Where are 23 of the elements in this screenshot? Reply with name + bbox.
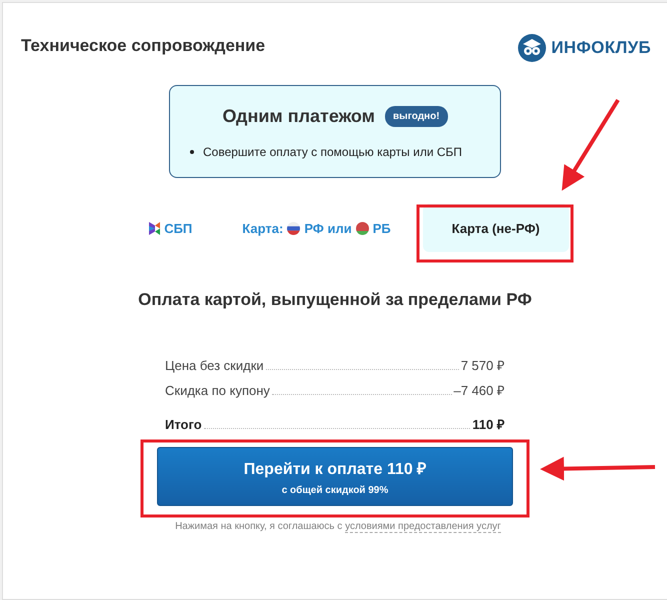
payment-tab[interactable]: Карта (не-РФ) [422, 204, 569, 252]
logo-text: ИНФОКЛУБ [551, 38, 651, 58]
terms-text: Нажимая на кнопку, я соглашаюсь с условиями предоставления услуг [174, 521, 502, 532]
price-value: 7 570 ₽ [460, 357, 505, 374]
sbp-icon [149, 222, 160, 234]
bullet-icon [190, 150, 194, 154]
promo-bullet: Совершите оплату с помощью карты или СБП [203, 145, 462, 159]
pay-button[interactable]: Перейти к оплате 110 ₽ с общей скидкой 99% [157, 447, 513, 506]
promo-badge: выгодно! [385, 106, 448, 127]
price-label: Скидка по купону [165, 383, 270, 398]
price-value: 110 ₽ [472, 416, 505, 433]
payment-tab[interactable]: Карта: РФ или РБ [224, 208, 409, 248]
price-label: Итого [165, 417, 202, 432]
price-value: –7 460 ₽ [454, 382, 505, 399]
belarus-flag-icon [356, 222, 369, 234]
terms-link[interactable]: условиями предоставления услуг [345, 521, 501, 533]
owl-logo-icon [517, 33, 548, 63]
price-label: Цена без скидки [165, 358, 264, 373]
page-title: Техническое сопровождение [21, 36, 266, 56]
section-heading: Оплата картой, выпущенной за пределами РФ [137, 290, 533, 310]
promo-title: Одним платежом [222, 106, 375, 127]
russia-flag-icon [287, 222, 300, 234]
payment-tab[interactable]: СБП [131, 208, 210, 248]
